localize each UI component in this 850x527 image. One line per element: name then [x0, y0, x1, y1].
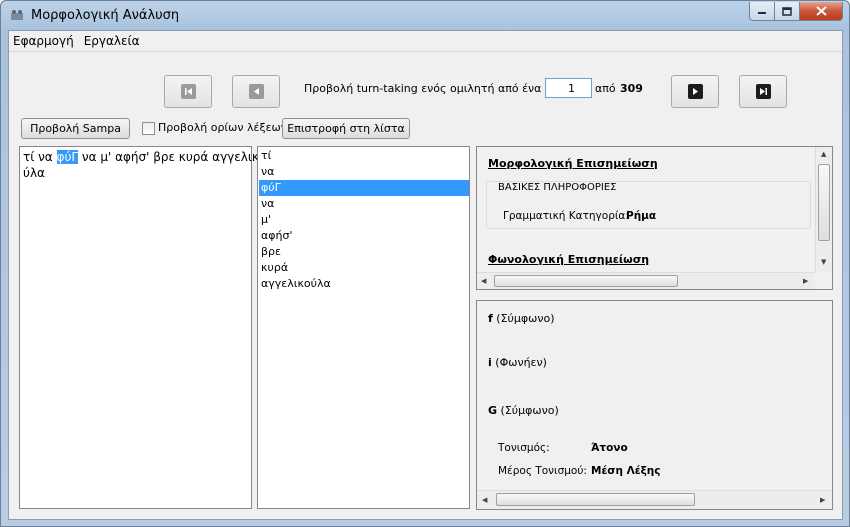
- stress-value: Άτονο: [591, 442, 628, 454]
- scroll-left-icon[interactable]: ◀: [481, 277, 486, 285]
- morphology-panel: Μορφολογική Επισημείωση ΒΑΣΙΚΕΣ ΠΛΗΡΟΦΟΡ…: [476, 146, 833, 290]
- next-icon: [687, 84, 703, 99]
- scroll-right-icon[interactable]: ▶: [820, 496, 825, 504]
- phoneme-type: (Σύμφωνο): [500, 404, 559, 417]
- scroll-thumb[interactable]: [494, 275, 678, 287]
- text-before: τί να: [23, 150, 57, 164]
- phoneme-type: (Φωνήεν): [495, 356, 547, 369]
- stress-label: Τονισμός:: [498, 442, 550, 454]
- minimize-button[interactable]: [749, 2, 775, 21]
- menu-bar: Εφαρμογή Εργαλεία: [9, 31, 842, 51]
- total-cases: 309: [620, 82, 643, 95]
- category-label: Γραμματική Κατηγορία:: [503, 210, 629, 222]
- menu-application[interactable]: Εφαρμογή: [13, 34, 74, 48]
- window-title: Μορφολογική Ανάλυση: [31, 8, 180, 23]
- first-case-button[interactable]: [164, 75, 212, 108]
- list-item[interactable]: να: [259, 196, 469, 212]
- phonology-horizontal-scrollbar[interactable]: ◀ ▶: [477, 490, 832, 509]
- text-after: να μ' αφήσ' βρε κυρά αγγελικο: [78, 150, 267, 164]
- utterance-line-1: τί να φύΓ να μ' αφήσ' βρε κυρά αγγελικο: [23, 150, 266, 164]
- phoneme-type: (Σύμφωνο): [496, 312, 555, 325]
- highlighted-word: φύΓ: [56, 150, 79, 164]
- previous-case-button[interactable]: [232, 75, 280, 108]
- phonology-panel: f (Σύμφωνο) i (Φωνήεν) G (Σύμφωνο) Τονισ…: [476, 300, 833, 510]
- list-item[interactable]: τί: [259, 148, 469, 164]
- scroll-up-icon[interactable]: ▲: [821, 150, 826, 158]
- skip-last-icon: [755, 84, 771, 99]
- menu-tools[interactable]: Εργαλεία: [84, 34, 140, 48]
- stress-part-value: Μέση Λέξης: [591, 465, 661, 477]
- word-boundaries-label: Προβολή ορίων λέξεων: [158, 121, 287, 134]
- stress-part-label: Μέρος Τονισμού:: [498, 465, 587, 477]
- phoneme-row: i (Φωνήεν): [488, 356, 547, 369]
- sampa-button[interactable]: Προβολή Sampa: [21, 118, 130, 139]
- close-icon: [815, 6, 827, 16]
- scroll-thumb[interactable]: [496, 493, 695, 506]
- utterance-line-2: ύλα: [23, 166, 45, 180]
- title-bar[interactable]: Μορφολογική Ανάλυση: [1, 1, 849, 29]
- minimize-icon: [758, 12, 766, 14]
- basic-info-title: ΒΑΣΙΚΕΣ ΠΛΗΡΟΦΟΡΙΕΣ: [496, 182, 619, 193]
- word-list[interactable]: τί να φύΓ να μ' αφήσ' βρε κυρά αγγελικού…: [257, 146, 470, 509]
- last-case-button[interactable]: [739, 75, 787, 108]
- phoneme-row: f (Σύμφωνο): [488, 312, 555, 325]
- app-window: Μορφολογική Ανάλυση Εφαρμογή Εργαλεία Πρ…: [0, 0, 850, 527]
- list-item[interactable]: κυρά: [259, 260, 469, 276]
- list-item-selected[interactable]: φύΓ: [259, 180, 469, 196]
- morphology-horizontal-scrollbar[interactable]: ◀ ▶: [477, 272, 815, 289]
- maximize-icon: [782, 6, 792, 16]
- list-item[interactable]: μ': [259, 212, 469, 228]
- next-case-button[interactable]: [671, 75, 719, 108]
- scroll-down-icon[interactable]: ▼: [821, 258, 826, 266]
- list-item[interactable]: να: [259, 164, 469, 180]
- client-area: Εφαρμογή Εργαλεία Προβολή turn-taking εν…: [8, 30, 843, 520]
- phoneme-symbol: G: [488, 404, 498, 417]
- app-icon: [11, 10, 23, 20]
- case-number-input[interactable]: [545, 78, 592, 98]
- word-boundaries-checkbox[interactable]: [142, 122, 155, 135]
- skip-first-icon: [180, 84, 196, 99]
- previous-icon: [248, 84, 264, 99]
- close-button[interactable]: [800, 2, 843, 21]
- list-item[interactable]: αγγελικούλα: [259, 276, 469, 292]
- utterance-text-panel[interactable]: τί να φύΓ να μ' αφήσ' βρε κυρά αγγελικο …: [19, 146, 266, 509]
- return-to-list-button[interactable]: Επιστροφή στη λίστα: [282, 118, 410, 139]
- morphology-heading: Μορφολογική Επισημείωση: [488, 157, 658, 170]
- menu-separator: [9, 51, 842, 52]
- phoneme-row: G (Σύμφωνο): [488, 404, 559, 417]
- navigation-label: Προβολή turn-taking ενός ομιλητή από ένα…: [304, 82, 571, 95]
- list-item[interactable]: αφήσ': [259, 228, 469, 244]
- maximize-button[interactable]: [775, 2, 800, 21]
- category-value: Ρήμα: [626, 210, 657, 222]
- scroll-right-icon[interactable]: ▶: [803, 277, 808, 285]
- phonology-heading: Φωνολογική Επισημείωση: [488, 253, 650, 266]
- phoneme-symbol: i: [488, 356, 492, 369]
- list-item[interactable]: βρε: [259, 244, 469, 260]
- scroll-thumb[interactable]: [818, 164, 830, 241]
- morphology-vertical-scrollbar[interactable]: ▲ ▼: [815, 147, 832, 272]
- of-label: από: [595, 82, 616, 95]
- scroll-left-icon[interactable]: ◀: [482, 496, 487, 504]
- phoneme-symbol: f: [488, 312, 493, 325]
